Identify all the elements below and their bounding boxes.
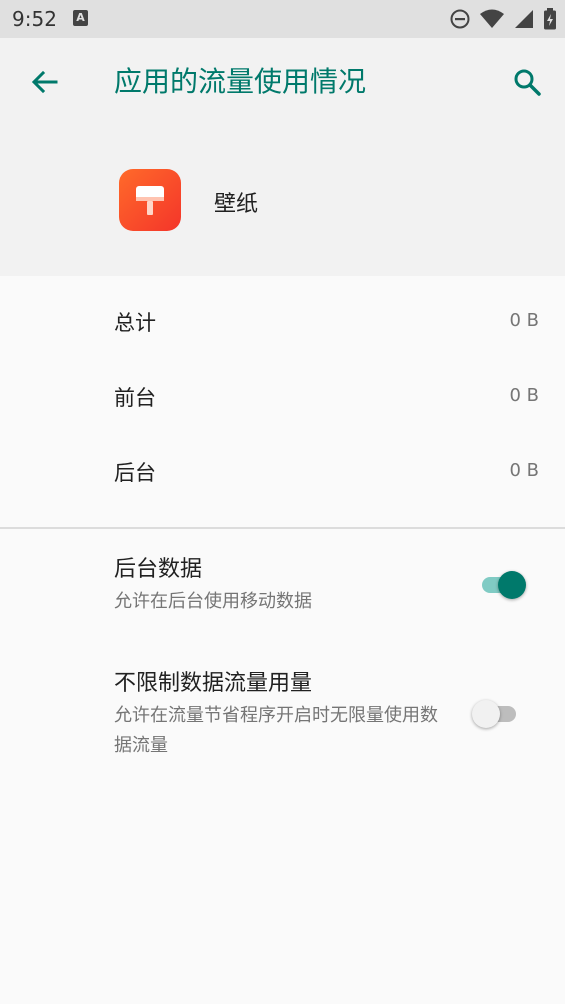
back-button[interactable] bbox=[24, 64, 64, 100]
usage-value: 0 B bbox=[509, 460, 539, 481]
usage-row-background: 后台 0 B bbox=[0, 451, 565, 491]
app-header: 应用的流量使用情况 bbox=[0, 38, 565, 276]
status-bar: 9:52 A bbox=[0, 0, 565, 38]
status-icons bbox=[449, 7, 557, 31]
status-time: 9:52 bbox=[12, 7, 57, 31]
battery-icon bbox=[544, 8, 556, 30]
divider bbox=[0, 527, 565, 529]
setting-background-data[interactable]: 后台数据 允许在后台使用移动数据 bbox=[0, 555, 565, 635]
cellular-icon bbox=[515, 10, 533, 28]
setting-title: 后台数据 bbox=[114, 557, 203, 582]
usage-label: 前台 bbox=[114, 386, 156, 410]
usage-value: 0 B bbox=[509, 310, 539, 331]
usage-label: 总计 bbox=[114, 311, 156, 335]
setting-summary: 允许在后台使用移动数据 bbox=[114, 591, 312, 612]
search-button[interactable] bbox=[507, 64, 547, 100]
do-not-disturb-icon bbox=[450, 9, 470, 29]
search-icon bbox=[514, 69, 541, 96]
usage-row-foreground: 前台 0 B bbox=[0, 376, 565, 416]
usage-value: 0 B bbox=[509, 385, 539, 406]
notification-a-icon: A bbox=[73, 10, 88, 26]
wifi-icon bbox=[480, 9, 504, 28]
background-data-toggle[interactable] bbox=[478, 569, 526, 601]
usage-label: 后台 bbox=[114, 461, 156, 485]
setting-unrestricted-data[interactable]: 不限制数据流量用量 允许在流量节省程序开启时无限量使用数据流量 bbox=[0, 669, 565, 769]
unrestricted-data-toggle[interactable] bbox=[472, 698, 520, 730]
app-name: 壁纸 bbox=[214, 192, 259, 217]
setting-summary: 允许在流量节省程序开启时无限量使用数据流量 bbox=[114, 705, 438, 756]
setting-title: 不限制数据流量用量 bbox=[114, 671, 313, 696]
app-icon bbox=[119, 169, 181, 231]
usage-row-total: 总计 0 B bbox=[0, 301, 565, 341]
page-title: 应用的流量使用情况 bbox=[114, 65, 367, 98]
arrow-back-icon bbox=[31, 70, 58, 94]
